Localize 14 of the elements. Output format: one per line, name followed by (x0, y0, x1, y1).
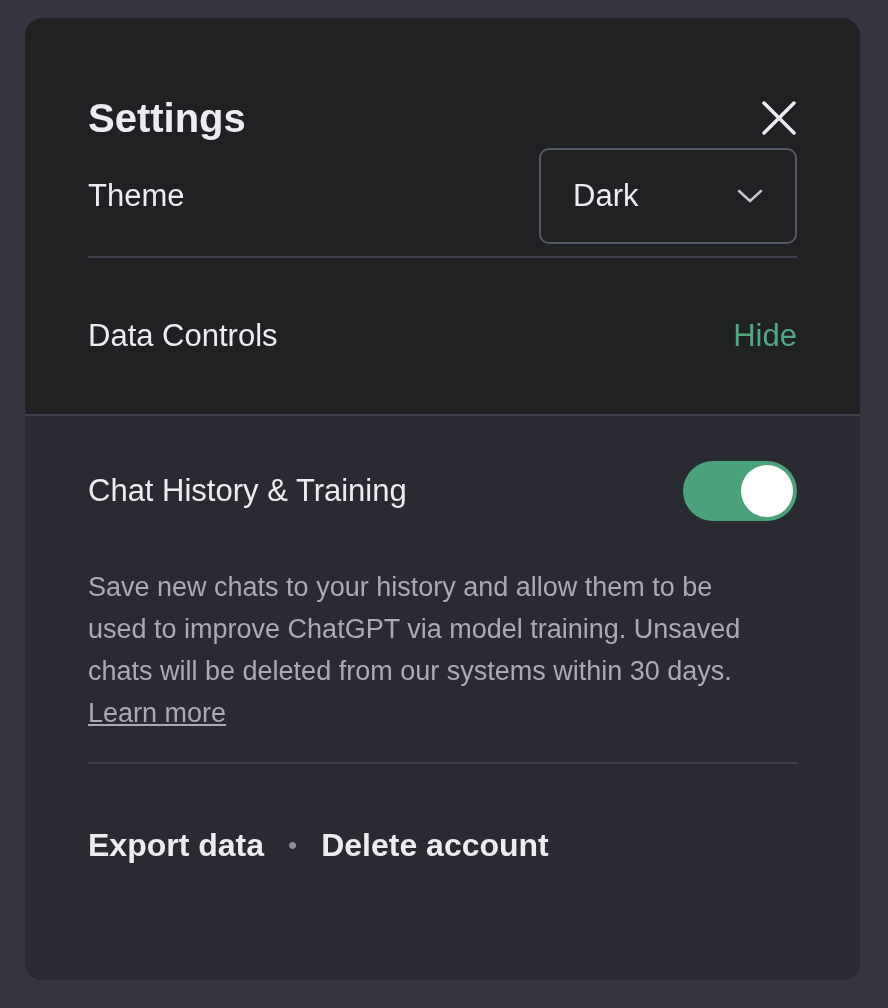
separator-dot: • (288, 828, 298, 862)
chat-history-label: Chat History & Training (88, 471, 407, 510)
toggle-switch[interactable] (683, 461, 797, 521)
learn-more-link[interactable]: Learn more (88, 698, 227, 728)
footer-link[interactable]: Export data (88, 821, 265, 869)
footer-link[interactable]: Delete account (321, 821, 549, 869)
data-controls-label: Data Controls (88, 316, 278, 355)
theme-label: Theme (88, 176, 185, 215)
hide-link[interactable]: Hide (733, 312, 797, 360)
dialog-title: Settings (88, 95, 246, 142)
description-text: Save new chats to your history and allow them to be used to improve ChatGPT via model training. Unsaved chats will be deleted from our systems within 30 days. Learn more (88, 571, 742, 730)
theme-dropdown[interactable]: Dark (539, 148, 797, 244)
chevron-down-icon (737, 188, 763, 204)
close-button[interactable] (761, 100, 797, 136)
